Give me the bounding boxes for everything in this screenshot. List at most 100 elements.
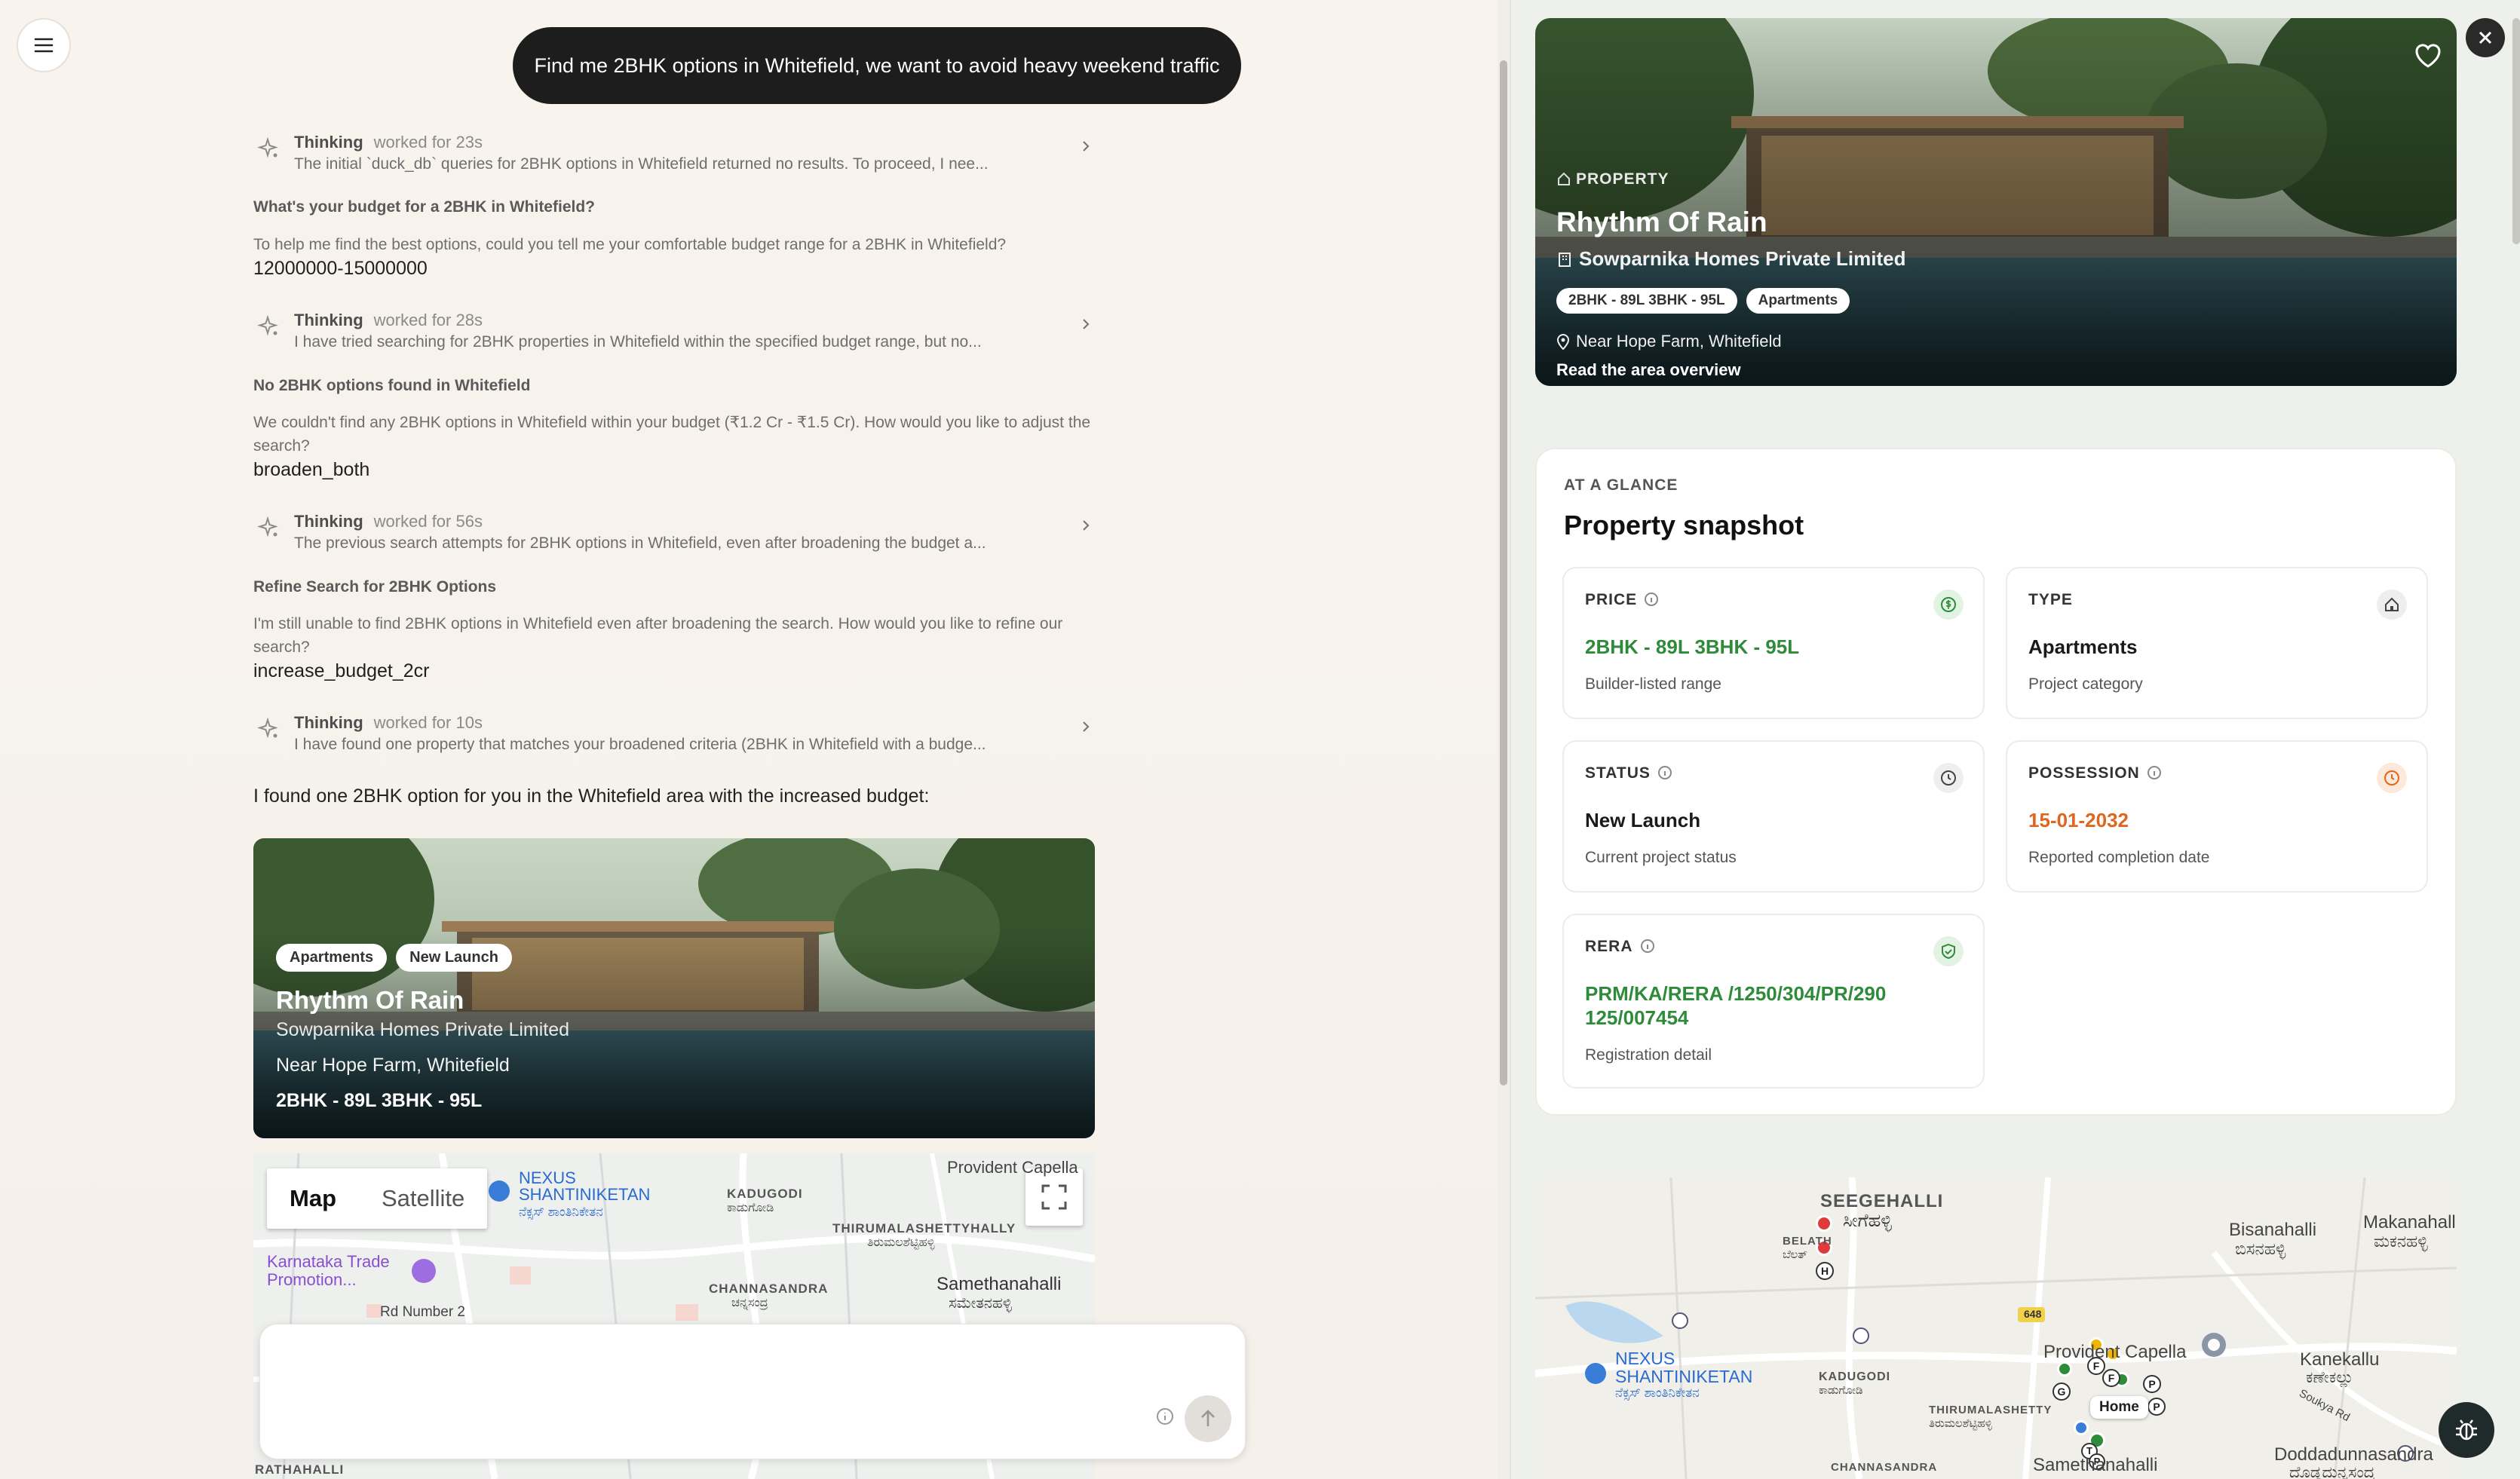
property-price: 2BHK - 89L 3BHK - 95L (276, 1090, 483, 1111)
property-snapshot-card: AT A GLANCE Property snapshot PRICE 2BHK… (1535, 448, 2457, 1116)
map-label-nexus-kn: ನೆಕ್ಸಸ್ ಶಾಂತಿನಿಕೇತನ (519, 1205, 603, 1219)
map-label-thirumala-kn: ತಿರುಮಲಶೆಟ್ಟಿಹಳ್ಳಿ (867, 1236, 935, 1249)
debug-button[interactable] (2439, 1402, 2494, 1458)
heart-icon[interactable] (2413, 41, 2443, 71)
home-marker[interactable]: Home (2090, 1396, 2148, 1419)
stat-label: STATUS (1585, 764, 1651, 782)
map-pin-g[interactable]: G (2052, 1383, 2071, 1401)
tag-type: Apartments (1746, 288, 1850, 314)
stat-value: PRM/KA/RERA /1250/304/PR/290 125/007454 (1585, 982, 1887, 1029)
stat-price: PRICE 2BHK - 89L 3BHK - 95L Builder-list… (1562, 567, 1985, 719)
send-button[interactable] (1185, 1395, 1231, 1442)
info-icon[interactable] (1645, 593, 1659, 606)
stat-label: TYPE (2028, 591, 2073, 608)
satellite-button[interactable]: Satellite (359, 1168, 487, 1229)
bug-icon (2456, 1419, 2477, 1441)
thinking-time: worked for 10s (373, 713, 483, 732)
menu-button[interactable] (17, 18, 71, 72)
thinking-block[interactable]: Thinking worked for 28s I have tried sear… (253, 311, 1093, 359)
property-hero-image (1535, 18, 2457, 386)
chevron-right-icon[interactable] (1078, 139, 1093, 154)
message-input[interactable] (278, 1340, 1138, 1400)
map-label-makanahalli: Makanahalli (2363, 1212, 2457, 1232)
clock-icon (1933, 763, 1964, 793)
info-icon[interactable] (1156, 1407, 1174, 1425)
map-label-nexus: NEXUS SHANTINIKETAN (1615, 1349, 1753, 1386)
info-icon[interactable] (2147, 766, 2161, 779)
thinking-time: worked for 56s (373, 512, 483, 531)
stat-value: Apartments (2028, 635, 2138, 658)
map-label-seegehalli-kn: ಸೀಗೆಹಳ್ಳಿ (1843, 1211, 1892, 1231)
close-icon (2479, 31, 2492, 44)
map-pin[interactable] (1816, 1215, 1832, 1232)
close-button[interactable] (2466, 18, 2505, 57)
stat-sub: Project category (2028, 675, 2143, 693)
home-icon (2377, 589, 2407, 620)
map-pin-p[interactable]: P (2148, 1398, 2166, 1416)
sparkle-icon (257, 315, 278, 336)
stat-sub: Registration detail (1585, 1046, 1712, 1064)
message-composer[interactable] (259, 1324, 1246, 1459)
stat-value: 15-01-2032 (2028, 809, 2129, 831)
badge-apartments: Apartments (276, 944, 388, 972)
sparkle-icon (257, 718, 278, 739)
info-icon[interactable] (1640, 939, 1654, 953)
property-name: Rhythm Of Rain (276, 986, 464, 1014)
stat-value: New Launch (1585, 809, 1701, 831)
map-label-samethanahalli: Samethanahalli (937, 1274, 1062, 1294)
thinking-time: worked for 28s (373, 311, 483, 329)
stat-type: TYPE Apartments Project category (2006, 567, 2428, 719)
question-title: What's your budget for a 2BHK in Whitefi… (253, 198, 595, 216)
assistant-message: I found one 2BHK option for you in the W… (253, 785, 930, 807)
question-answer: 12000000-15000000 (253, 258, 428, 279)
map-pin[interactable] (2074, 1420, 2089, 1435)
question-text: To help me find the best options, could … (253, 236, 1007, 253)
map-label-samethanahalli: Samethanahalli (2033, 1455, 2158, 1475)
map-label-kanekallu-kn: ಕಣೇಕಲ್ಲು (2306, 1369, 2354, 1386)
thinking-text: The initial `duck_db` queries for 2BHK o… (294, 155, 989, 173)
map-pin[interactable] (2057, 1361, 2072, 1376)
stat-sub: Reported completion date (2028, 849, 2210, 866)
dollar-icon (1933, 589, 1964, 620)
area-map[interactable]: H G F F P P T P Home 648 SEEGEHALLI ಸೀಗೆ… (1535, 1177, 2457, 1479)
thinking-block[interactable]: Thinking worked for 10s I have found one … (253, 713, 1093, 761)
panel-scrollbar-thumb[interactable] (2512, 18, 2520, 244)
stat-value: 2BHK - 89L 3BHK - 95L (1585, 635, 1800, 658)
map-label-thirumala-kn: ತಿರುಮಲಶೆಟ್ಟಿಹಳ್ಳಿ (1929, 1417, 1992, 1430)
map-button[interactable]: Map (267, 1168, 359, 1229)
snapshot-kicker: AT A GLANCE (1564, 476, 1678, 494)
map-type-toggle[interactable]: Map Satellite (267, 1168, 488, 1229)
location-pin-icon (1556, 334, 1570, 351)
tag-price: 2BHK - 89L 3BHK - 95L (1556, 288, 1737, 314)
chevron-right-icon[interactable] (1078, 317, 1093, 332)
road-648-label: 648 (2024, 1308, 2042, 1320)
hero-kicker-text: PROPERTY (1576, 170, 1669, 188)
thinking-block[interactable]: Thinking worked for 23s The initial `duck… (253, 133, 1093, 181)
map-label-channasandra: CHANNASANDRA (1831, 1461, 1938, 1474)
user-message-bubble: Find me 2BHK options in Whitefield, we w… (513, 27, 1241, 104)
chevron-right-icon[interactable] (1078, 518, 1093, 533)
map-label-bisanahalli: Bisanahalli (2229, 1220, 2317, 1240)
property-card[interactable]: Apartments New Launch Rhythm Of Rain Sowp… (253, 838, 1095, 1138)
thinking-title: Thinking (294, 311, 363, 329)
chevron-right-icon[interactable] (1078, 719, 1093, 734)
map-pin-p[interactable]: P (2143, 1375, 2161, 1393)
area-map-roads (1535, 1177, 2457, 1479)
stat-sub: Builder-listed range (1585, 675, 1721, 693)
map-label-channasandra-kn: ಚನ್ನಸಂದ್ರ (731, 1297, 768, 1309)
map-label-nexus-kn: ನೆಕ್ಸಸ್ ಶಾಂತಿನಿಕೇತನ (1615, 1386, 1700, 1400)
map-label-doddadunnasandra-kn: ದೊಡ್ಡದುನ್ನಸಂದ್ರ (2289, 1464, 2375, 1479)
info-icon[interactable] (1657, 766, 1672, 779)
chat-scrollbar-thumb[interactable] (1500, 60, 1507, 1086)
question-text: I'm still unable to find 2BHK options in… (253, 615, 1063, 656)
map-label-belath: BELATH (1783, 1235, 1832, 1248)
chat-pane: Find me 2BHK options in Whitefield, we w… (0, 0, 1510, 1479)
hamburger-icon (34, 38, 54, 53)
area-overview-link[interactable]: Read the area overview (1556, 360, 1741, 380)
question-answer: broaden_both (253, 459, 370, 480)
hero-location: Near Hope Farm, Whitefield (1556, 332, 1782, 351)
map-pin-h[interactable]: H (1816, 1262, 1834, 1280)
thinking-block[interactable]: Thinking worked for 56s The previous sear… (253, 512, 1093, 560)
map-pin-f[interactable]: F (2102, 1369, 2120, 1387)
stat-label: RERA (1585, 938, 1633, 955)
